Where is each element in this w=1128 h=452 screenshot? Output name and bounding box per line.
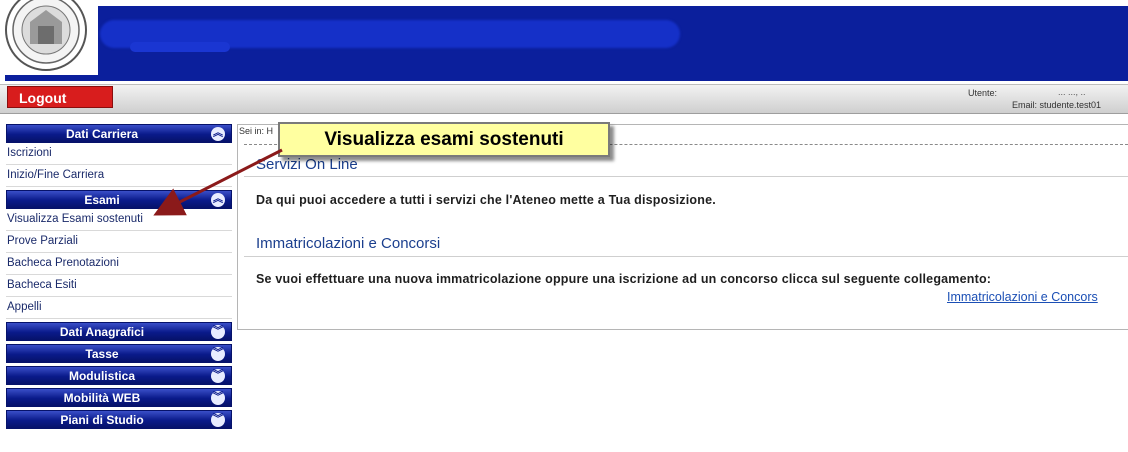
breadcrumb: Sei in: H	[239, 126, 274, 136]
user-label: Utente:	[968, 88, 998, 98]
section-modulistica[interactable]: Modulistica ︾	[6, 366, 232, 385]
header-banner	[0, 0, 1128, 82]
logout-button[interactable]: Logout	[7, 86, 113, 108]
chevron-up-icon[interactable]: ︽	[211, 127, 225, 141]
heading-servizi-online: Servizi On Line	[256, 156, 358, 173]
sidebar-item-appelli[interactable]: Appelli	[6, 297, 232, 319]
section-label: Dati Anagrafici	[59, 325, 145, 339]
chevron-down-icon[interactable]: ︾	[211, 347, 225, 361]
sidebar-item-prove-parziali[interactable]: Prove Parziali	[6, 231, 232, 253]
top-bar	[0, 84, 1128, 114]
section-tasse[interactable]: Tasse ︾	[6, 344, 232, 363]
immatricolazioni-text: Se vuoi effettuare una nuova immatricola…	[256, 272, 992, 286]
chevron-down-icon[interactable]: ︾	[211, 325, 225, 339]
section-esami[interactable]: Esami ︽	[6, 190, 232, 209]
section-label: Modulistica	[68, 369, 135, 383]
redacted-subtitle	[130, 42, 230, 52]
callout-tooltip: Visualizza esami sostenuti	[278, 122, 610, 157]
sidebar-item-bacheca-esiti[interactable]: Bacheca Esiti	[6, 275, 232, 297]
section-label: Piani di Studio	[60, 413, 144, 427]
section-dati-carriera[interactable]: Dati Carriera ︽	[6, 124, 232, 143]
chevron-down-icon[interactable]: ︾	[211, 391, 225, 405]
section-dati-anagrafici[interactable]: Dati Anagrafici ︾	[6, 322, 232, 341]
university-seal-logo	[0, 0, 98, 75]
chevron-up-icon[interactable]: ︽	[211, 193, 225, 207]
sidebar-item-inizio-fine-carriera[interactable]: Inizio/Fine Carriera	[6, 165, 232, 187]
section-label: Esami	[84, 193, 120, 207]
sidebar-item-bacheca-prenotazioni[interactable]: Bacheca Prenotazioni	[6, 253, 232, 275]
heading-immatricolazioni: Immatricolazioni e Concorsi	[256, 235, 441, 252]
section-mobilita-web[interactable]: Mobilità WEB ︾	[6, 388, 232, 407]
sidebar-item-visualizza-esami[interactable]: Visualizza Esami sostenuti	[6, 209, 232, 231]
user-value: ... ..., ..	[1058, 87, 1086, 97]
section-label: Tasse	[85, 347, 119, 361]
section-label: Dati Carriera	[65, 127, 139, 141]
section-piani-di-studio[interactable]: Piani di Studio ︾	[6, 410, 232, 429]
section-label: Mobilità WEB	[63, 391, 141, 405]
chevron-down-icon[interactable]: ︾	[211, 413, 225, 427]
divider	[244, 176, 1128, 177]
sidebar-item-iscrizioni[interactable]: Iscrizioni	[6, 143, 232, 165]
divider	[244, 256, 1128, 257]
immatricolazioni-link[interactable]: Immatricolazioni e Concors	[947, 290, 1098, 304]
chevron-down-icon[interactable]: ︾	[211, 369, 225, 383]
intro-text: Da qui puoi accedere a tutti i servizi c…	[256, 193, 716, 207]
user-email: Email: studente.test01	[1012, 100, 1102, 110]
sidebar-menu: Dati Carriera ︽ Iscrizioni Inizio/Fine C…	[6, 124, 232, 432]
